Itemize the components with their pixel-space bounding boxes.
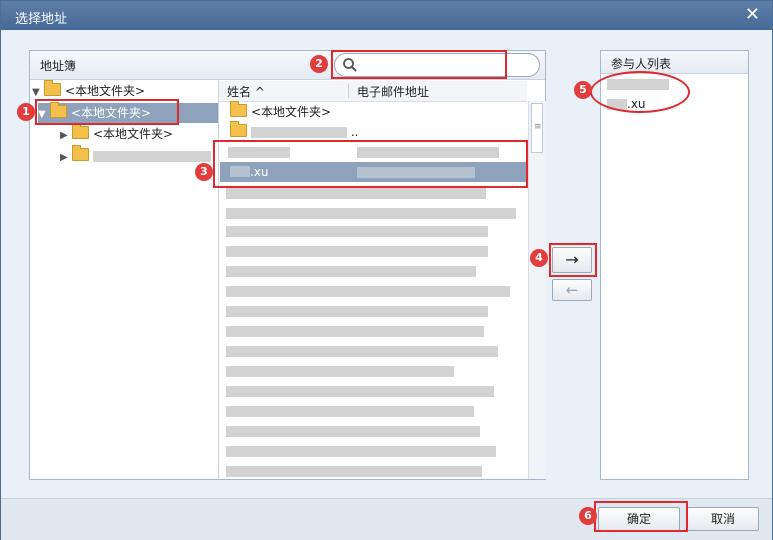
table-row[interactable] xyxy=(226,266,476,277)
table-row[interactable] xyxy=(226,366,454,377)
table-row[interactable] xyxy=(226,188,486,199)
select-address-dialog: 选择地址 ✕ 地址簿 ▼ <本地文件夹> ▼ <本地文件夹> ▶ <本地文件夹> ▶ … xyxy=(0,0,773,540)
table-row[interactable] xyxy=(226,326,484,337)
search-icon xyxy=(343,58,357,72)
folder-icon xyxy=(44,80,61,96)
table-row[interactable] xyxy=(226,286,510,297)
folder-icon xyxy=(72,145,89,161)
title-bar[interactable]: 选择地址 ✕ xyxy=(1,1,772,30)
table-row[interactable] xyxy=(226,386,494,397)
annotation-badge-5: 5 xyxy=(574,81,592,99)
annotation-badge-6: 6 xyxy=(579,507,597,525)
search-input[interactable] xyxy=(363,57,535,75)
contact-list-header: 姓名 ^ 电子邮件地址 xyxy=(219,81,527,102)
table-row[interactable] xyxy=(226,246,488,257)
redacted-text xyxy=(93,151,211,162)
table-row[interactable] xyxy=(226,406,474,417)
redacted-text xyxy=(357,167,475,178)
annotation-badge-4: 4 xyxy=(530,249,548,267)
redacted-text xyxy=(230,166,250,177)
obscured-rows xyxy=(220,182,527,479)
folder-tree: ▼ <本地文件夹> ▼ <本地文件夹> ▶ <本地文件夹> ▶ xyxy=(30,79,219,479)
table-row[interactable] xyxy=(226,466,482,477)
add-participant-button[interactable]: → xyxy=(552,247,592,273)
redacted-text xyxy=(228,147,290,158)
annotation-badge-3: 3 xyxy=(195,163,213,181)
tree-obscured-folder[interactable]: ▶ xyxy=(60,145,211,168)
folder-icon xyxy=(72,123,89,139)
collapsed-triangle-icon[interactable]: ▶ xyxy=(60,126,72,146)
remove-participant-button[interactable]: ← xyxy=(552,279,592,301)
expand-triangle-icon[interactable]: ▼ xyxy=(38,105,50,125)
name-column-header[interactable]: 姓名 ^ xyxy=(227,83,265,100)
table-row[interactable] xyxy=(226,306,488,317)
folder-icon xyxy=(230,121,247,137)
arrow-right-icon: → xyxy=(565,250,579,269)
table-row[interactable] xyxy=(220,142,527,162)
arrow-left-icon: ← xyxy=(565,281,579,299)
annotation-badge-2: 2 xyxy=(310,55,328,73)
email-column-header[interactable]: 电子邮件地址 xyxy=(357,83,429,100)
list-item[interactable]: <本地文件夹> xyxy=(220,101,527,122)
participant-header: 参与人列表 xyxy=(601,51,748,74)
column-divider[interactable] xyxy=(348,84,349,98)
table-row[interactable] xyxy=(226,426,480,437)
participant-title: 参与人列表 xyxy=(611,57,672,71)
ok-button[interactable]: 确定 xyxy=(598,507,680,531)
annotation-badge-1: 1 xyxy=(17,103,35,121)
address-book-title: 地址簿 xyxy=(40,59,77,73)
cancel-button[interactable]: 取消 xyxy=(687,507,759,531)
folder-icon xyxy=(230,101,247,117)
collapsed-triangle-icon[interactable]: ▶ xyxy=(60,148,72,168)
tree-selected-folder[interactable]: ▼ <本地文件夹> xyxy=(38,102,218,125)
search-field[interactable] xyxy=(334,53,540,77)
tree-subfolder[interactable]: ▶ <本地文件夹> xyxy=(60,123,173,146)
table-row[interactable] xyxy=(226,346,498,357)
table-row[interactable] xyxy=(226,208,516,219)
vertical-scrollbar[interactable]: ≡ xyxy=(528,101,546,479)
table-row-selected[interactable]: .xu xyxy=(220,162,527,182)
redacted-text xyxy=(251,127,347,138)
scrollbar-thumb[interactable]: ≡ xyxy=(531,103,543,153)
participant-panel: 参与人列表 .xu xyxy=(600,50,749,480)
close-icon[interactable]: ✕ xyxy=(745,4,760,25)
list-item[interactable]: .. xyxy=(220,121,527,142)
expand-triangle-icon[interactable]: ▼ xyxy=(32,83,44,103)
tree-root-folder[interactable]: ▼ <本地文件夹> xyxy=(32,80,145,103)
folder-icon xyxy=(50,102,67,118)
redacted-text xyxy=(357,147,499,158)
table-row[interactable] xyxy=(226,446,496,457)
table-row[interactable] xyxy=(226,226,488,237)
dialog-title: 选择地址 xyxy=(15,12,68,27)
annotation-ellipse-5 xyxy=(590,71,690,113)
